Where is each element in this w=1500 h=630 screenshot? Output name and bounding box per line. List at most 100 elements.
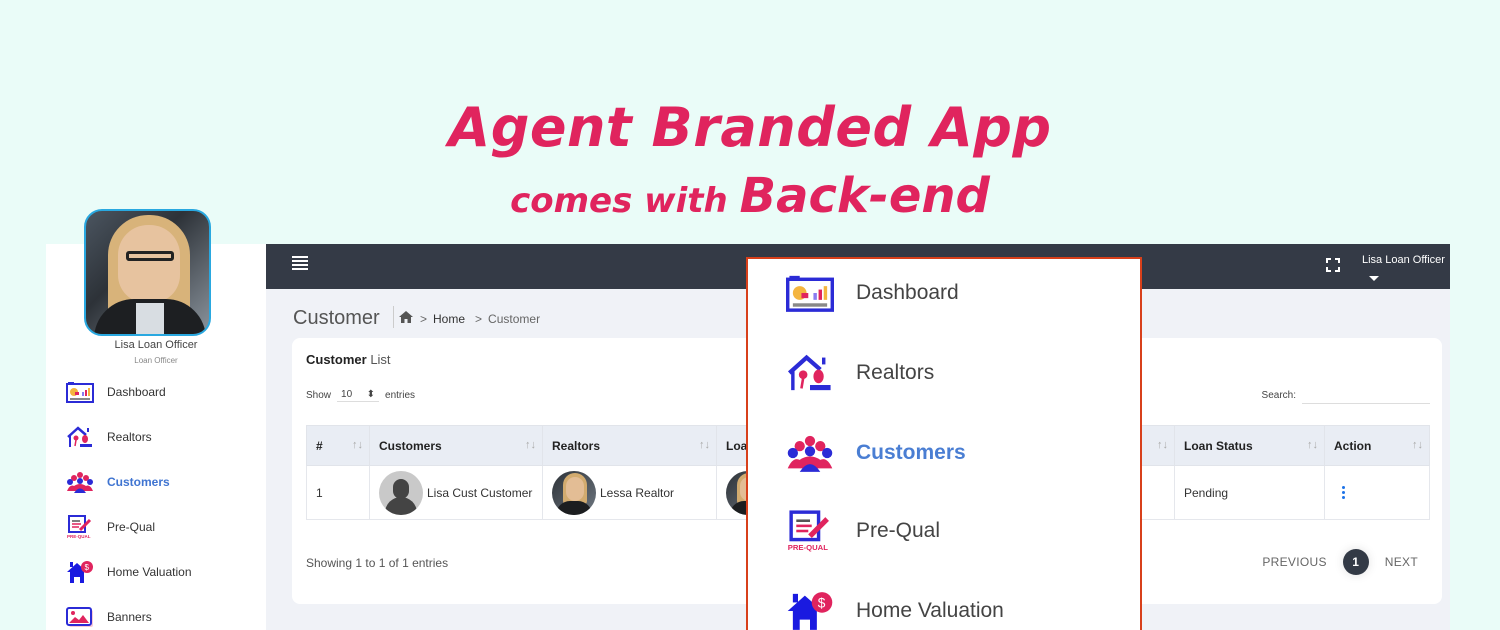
card-title: Customer List	[306, 352, 391, 367]
search-input[interactable]	[1302, 386, 1430, 404]
sidebar-item-realtors[interactable]: Realtors	[66, 424, 152, 450]
zoom-menu-label: Home Valuation	[856, 599, 1004, 622]
avatar-face	[118, 225, 180, 303]
home-icon[interactable]	[398, 310, 414, 327]
zoom-menu-label: Dashboard	[856, 281, 959, 304]
cell-customer: Lisa Cust Customer	[369, 465, 543, 520]
svg-text:PRE-QUAL: PRE-QUAL	[788, 543, 829, 552]
card-title-bold: Customer	[306, 352, 367, 367]
prequal-icon: PRE-QUAL	[66, 515, 94, 539]
column-label: Action	[1334, 438, 1372, 453]
entries-label: entries	[385, 389, 416, 401]
zoom-menu-item-home-valuation[interactable]: $ Home Valuation	[786, 589, 1004, 630]
column-label: Loan Status	[1184, 438, 1253, 453]
sort-icon: ↑↓	[1157, 439, 1168, 451]
column-header-action[interactable]: Action ↑↓	[1324, 425, 1430, 466]
headline-subtitle: comes with Back-end	[0, 168, 1500, 224]
user-menu-caret-icon[interactable]	[1369, 276, 1379, 281]
column-label: Customers	[379, 438, 442, 453]
sidebar-item-label: Pre-Qual	[107, 520, 156, 534]
prequal-icon: PRE-QUAL	[786, 509, 834, 553]
banners-icon	[66, 605, 94, 629]
sort-icon: ↑↓	[699, 439, 710, 451]
next-page-button[interactable]: NEXT	[1385, 555, 1418, 569]
zoom-menu-item-dashboard[interactable]: Dashboard	[786, 271, 959, 315]
sidebar-item-label: Customers	[107, 475, 170, 489]
customers-icon	[786, 431, 834, 475]
home-valuation-icon: $	[66, 560, 94, 584]
cell-number: 1	[306, 465, 370, 520]
profile-role: Loan Officer	[134, 356, 178, 365]
sidebar-item-label: Banners	[107, 610, 152, 624]
customer-avatar	[379, 470, 423, 515]
breadcrumb-home[interactable]: Home	[433, 312, 465, 326]
breadcrumb-divider	[393, 306, 394, 328]
dashboard-icon	[66, 380, 94, 404]
column-header-customers[interactable]: Customers ↑↓	[369, 425, 543, 466]
column-header-realtors[interactable]: Realtors ↑↓	[542, 425, 717, 466]
column-header-number[interactable]: # ↑↓	[306, 425, 370, 466]
zoom-menu-label: Pre-Qual	[856, 519, 941, 542]
zoom-menu-item-realtors[interactable]: Realtors	[786, 351, 934, 395]
headline-title: Agent Branded App	[448, 96, 1052, 159]
dashboard-icon	[786, 271, 834, 315]
sidebar-item-banners[interactable]: Banners	[66, 604, 152, 630]
realtor-name[interactable]: Lessa Realtor	[600, 486, 674, 500]
show-label: Show	[306, 389, 332, 401]
cell-loan-status: Pending	[1174, 465, 1325, 520]
entries-select[interactable]: 10 ⬍	[337, 388, 380, 402]
breadcrumb-current: Customer	[488, 311, 541, 326]
sidebar-item-label: Realtors	[107, 430, 152, 444]
avatar-shirt	[136, 303, 164, 334]
entries-select-value: 10	[341, 389, 353, 400]
column-label: Realtors	[552, 438, 601, 453]
svg-text:$: $	[818, 596, 826, 611]
sidebar-item-label: Home Valuation	[107, 565, 192, 579]
card-title-rest: List	[370, 352, 391, 367]
profile-avatar[interactable]	[84, 209, 211, 336]
user-menu[interactable]: Lisa Loan Officer	[1362, 254, 1445, 266]
entries-length-control: Show 10 ⬍ entries	[306, 388, 415, 402]
sort-icon: ↑↓	[1307, 439, 1318, 451]
column-header-loan-status[interactable]: Loan Status ↑↓	[1174, 425, 1325, 466]
zoom-menu-label: Customers	[856, 441, 966, 464]
cell-realtor: Lessa Realtor	[542, 465, 717, 520]
realtor-avatar	[552, 470, 596, 515]
breadcrumb-separator: >	[475, 311, 483, 326]
sidebar-item-label: Dashboard	[107, 385, 166, 399]
customer-name[interactable]: Lisa Cust Customer	[427, 486, 532, 500]
select-arrows-icon: ⬍	[366, 389, 376, 400]
svg-text:$: $	[85, 563, 90, 572]
realtors-icon	[66, 425, 94, 449]
sidebar-item-prequal[interactable]: PRE-QUAL Pre-Qual	[66, 514, 155, 540]
zoom-menu-label: Realtors	[856, 361, 935, 384]
headline-subtitle-prefix: comes with	[510, 181, 728, 221]
column-label: #	[316, 438, 323, 453]
headline-subtitle-emphasis: Back-end	[739, 168, 990, 224]
breadcrumb-separator: >	[420, 311, 428, 326]
zoom-menu-item-prequal[interactable]: PRE-QUAL Pre-Qual	[786, 509, 940, 553]
pagination: PREVIOUS 1 NEXT	[1262, 549, 1418, 575]
search-control: Search:	[1262, 386, 1430, 404]
page-title: Customer	[293, 307, 380, 329]
zoomed-menu-callout: Dashboard Realtors Customers PRE-QUAL Pr…	[746, 257, 1142, 630]
realtors-icon	[786, 351, 834, 395]
home-valuation-icon: $	[786, 589, 834, 630]
sidebar-item-customers[interactable]: Customers	[66, 469, 170, 495]
avatar-glasses	[126, 251, 174, 261]
cell-action	[1324, 465, 1430, 520]
table-info: Showing 1 to 1 of 1 entries	[306, 556, 449, 570]
sidebar-item-home-valuation[interactable]: $ Home Valuation	[66, 559, 192, 585]
sidebar-item-dashboard[interactable]: Dashboard	[66, 379, 166, 405]
fullscreen-icon[interactable]	[1326, 258, 1340, 272]
customers-icon	[66, 470, 94, 494]
previous-page-button[interactable]: PREVIOUS	[1262, 555, 1326, 569]
profile-name: Lisa Loan Officer	[114, 339, 198, 351]
more-actions-icon[interactable]	[1342, 486, 1420, 499]
sort-icon: ↑↓	[352, 439, 363, 451]
svg-text:PRE-QUAL: PRE-QUAL	[67, 534, 91, 539]
hamburger-menu-icon[interactable]	[292, 256, 308, 270]
page-button-current[interactable]: 1	[1342, 549, 1369, 575]
zoom-menu-item-customers[interactable]: Customers	[786, 431, 966, 475]
sort-icon: ↑↓	[525, 439, 536, 451]
